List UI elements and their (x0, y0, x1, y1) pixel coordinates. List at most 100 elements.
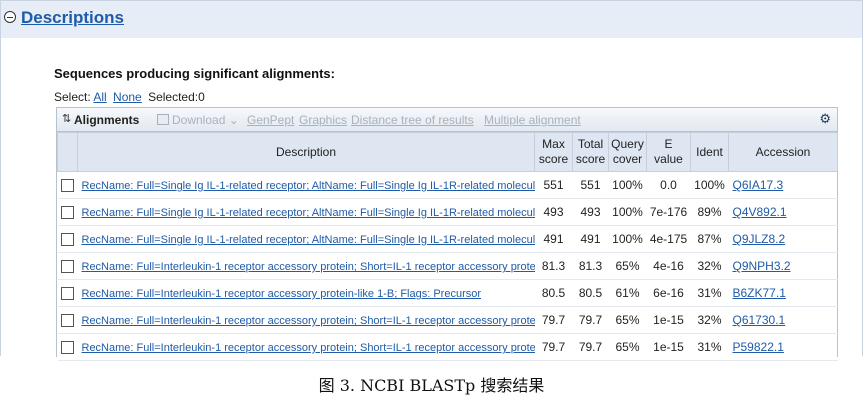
accession-link[interactable]: B6ZK77.1 (733, 286, 786, 300)
header-accession[interactable]: Accession (728, 132, 838, 172)
table-row: RecName: Full=Interleukin-1 receptor acc… (57, 333, 838, 361)
ident-cell: 31% (690, 333, 729, 361)
max-score-cell: 79.7 (534, 306, 573, 334)
max-score-cell: 81.3 (534, 252, 573, 280)
accession-cell: Q4V892.1 (728, 198, 838, 226)
header-ident[interactable]: Ident (690, 132, 729, 172)
max-score-cell: 493 (534, 198, 573, 226)
row-select-cell (57, 225, 78, 253)
e-value-cell: 7e-176 (646, 198, 691, 226)
description-cell: RecName: Full=Single Ig IL-1-related rec… (77, 225, 535, 253)
header-max-score-line1: Max (542, 137, 565, 151)
row-checkbox[interactable] (61, 287, 74, 301)
ident-cell: 100% (690, 171, 729, 199)
row-checkbox[interactable] (61, 233, 74, 247)
header-total-score[interactable]: Total score (572, 132, 609, 172)
accession-link[interactable]: Q4V892.1 (733, 205, 787, 219)
description-cell: RecName: Full=Interleukin-1 receptor acc… (77, 306, 535, 334)
row-select-cell (57, 279, 78, 307)
ident-cell: 32% (690, 252, 729, 280)
ident-cell: 32% (690, 306, 729, 334)
table-row: RecName: Full=Interleukin-1 receptor acc… (57, 306, 838, 334)
table-row: RecName: Full=Single Ig IL-1-related rec… (57, 225, 838, 253)
select-none-link[interactable]: None (113, 90, 142, 104)
row-select-cell (57, 171, 78, 199)
row-checkbox[interactable] (61, 179, 74, 193)
e-value-cell: 6e-16 (646, 279, 691, 307)
select-all-link[interactable]: All (93, 90, 106, 104)
accession-link[interactable]: P59822.1 (733, 340, 784, 354)
header-total-score-line2: score (575, 152, 606, 166)
distance-tree-link[interactable]: Distance tree of results (351, 113, 474, 127)
description-link[interactable]: RecName: Full=Single Ig IL-1-related rec… (82, 234, 535, 246)
accession-link[interactable]: Q6IA17.3 (733, 178, 784, 192)
description-link[interactable]: RecName: Full=Interleukin-1 receptor acc… (82, 342, 535, 354)
row-select-cell (57, 198, 78, 226)
total-score-cell: 551 (572, 171, 609, 199)
accession-link[interactable]: Q9JLZ8.2 (733, 232, 786, 246)
query-cover-cell: 100% (608, 225, 647, 253)
e-value-cell: 4e-16 (646, 252, 691, 280)
gear-icon[interactable]: ⚙ (819, 111, 831, 127)
row-checkbox[interactable] (61, 341, 74, 355)
accession-link[interactable]: Q9NPH3.2 (733, 259, 791, 273)
chevron-down-icon: ⌄ (228, 113, 239, 127)
descriptions-panel: Descriptions Sequences producing signifi… (0, 0, 863, 361)
row-select-cell (57, 306, 78, 334)
description-link[interactable]: RecName: Full=Single Ig IL-1-related rec… (82, 180, 535, 192)
results-toolbar: ⇅ Alignments Download ⌄ GenPept Graphics… (57, 108, 837, 132)
alignments-button[interactable]: Alignments (74, 113, 139, 127)
accession-cell: Q9JLZ8.2 (728, 225, 838, 253)
collapse-icon[interactable] (4, 11, 16, 23)
header-description[interactable]: Description (77, 132, 535, 172)
max-score-cell: 79.7 (534, 333, 573, 361)
download-icon (157, 114, 169, 125)
row-checkbox[interactable] (61, 260, 74, 274)
description-cell: RecName: Full=Interleukin-1 receptor acc… (77, 252, 535, 280)
header-e-value[interactable]: Evalue (646, 132, 691, 172)
description-link[interactable]: RecName: Full=Interleukin-1 receptor acc… (82, 261, 535, 273)
description-link[interactable]: RecName: Full=Interleukin-1 receptor acc… (82, 315, 535, 327)
header-query-cover-line1: Query (611, 137, 644, 151)
description-cell: RecName: Full=Single Ig IL-1-related rec… (77, 198, 535, 226)
multiple-alignment-link[interactable]: Multiple alignment (484, 113, 581, 127)
accession-link[interactable]: Q61730.1 (733, 313, 786, 327)
description-cell: RecName: Full=Interleukin-1 receptor acc… (77, 279, 535, 307)
header-query-cover[interactable]: Query cover (608, 132, 647, 172)
ident-cell: 31% (690, 279, 729, 307)
genpept-link[interactable]: GenPept (247, 113, 294, 127)
download-button[interactable]: Download ⌄ (157, 113, 239, 127)
total-score-cell: 493 (572, 198, 609, 226)
ident-cell: 87% (690, 225, 729, 253)
description-cell: RecName: Full=Single Ig IL-1-related rec… (77, 171, 535, 199)
header-max-score[interactable]: Max score (534, 132, 573, 172)
header-e-value-line2: value (654, 152, 683, 166)
sort-icon[interactable]: ⇅ (62, 112, 71, 125)
table-header-row: Description Max score Total score Query cov… (57, 132, 838, 172)
graphics-link[interactable]: Graphics (299, 113, 347, 127)
accession-cell: B6ZK77.1 (728, 279, 838, 307)
description-link[interactable]: RecName: Full=Single Ig IL-1-related rec… (82, 207, 535, 219)
row-checkbox[interactable] (61, 206, 74, 220)
section-title-link[interactable]: Descriptions (21, 8, 124, 28)
results-table-container: ⇅ Alignments Download ⌄ GenPept Graphics… (56, 107, 838, 361)
total-score-cell: 81.3 (572, 252, 609, 280)
max-score-cell: 551 (534, 171, 573, 199)
results-body: RecName: Full=Single Ig IL-1-related rec… (57, 171, 838, 361)
table-row: RecName: Full=Single Ig IL-1-related rec… (57, 198, 838, 226)
row-checkbox[interactable] (61, 314, 74, 328)
header-max-score-line2: score (538, 152, 569, 166)
e-value-cell: 4e-175 (646, 225, 691, 253)
description-link[interactable]: RecName: Full=Interleukin-1 receptor acc… (82, 288, 482, 300)
e-value-cell: 1e-15 (646, 333, 691, 361)
table-row: RecName: Full=Interleukin-1 receptor acc… (57, 279, 838, 307)
header-query-cover-line2: cover (612, 152, 643, 166)
ident-cell: 89% (690, 198, 729, 226)
max-score-cell: 80.5 (534, 279, 573, 307)
table-row: RecName: Full=Single Ig IL-1-related rec… (57, 171, 838, 199)
total-score-cell: 79.7 (572, 333, 609, 361)
e-value-cell: 0.0 (646, 171, 691, 199)
figure-caption: 图 3. NCBI BLASTp 搜索结果 (318, 376, 545, 395)
select-row: Select: All None Selected:0 (54, 90, 205, 104)
results-heading: Sequences producing significant alignmen… (54, 66, 335, 81)
